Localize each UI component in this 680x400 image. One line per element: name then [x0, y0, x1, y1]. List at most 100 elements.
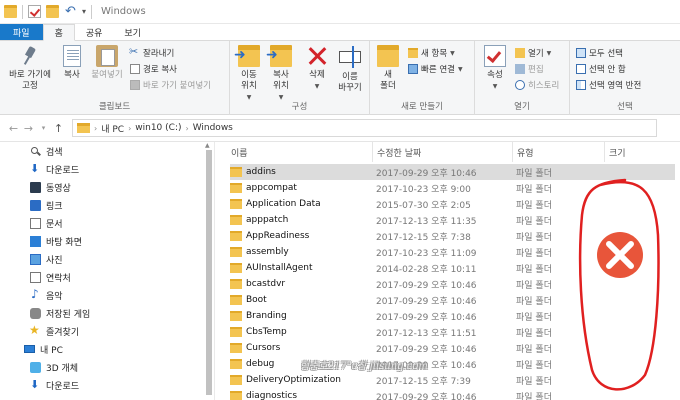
column-date-modified[interactable]: 수정한 날짜	[373, 142, 513, 162]
select-none-button[interactable]: 선택 안 함	[576, 63, 626, 75]
undo-icon[interactable]: ↶	[64, 5, 77, 18]
up-arrow-icon[interactable]: ↑	[51, 122, 66, 135]
paste-button[interactable]: 붙여넣기	[88, 45, 126, 81]
nav-item-label: 링크	[46, 201, 63, 212]
new-item-button[interactable]: 새 항목 ▼	[408, 47, 455, 59]
file-date: 2017-12-13 오후 11:51	[376, 328, 477, 339]
nav-item-contacts[interactable]: 연락처	[30, 268, 71, 286]
nav-item-search[interactable]: 검색	[30, 142, 63, 160]
file-row[interactable]: Application Data 2015-07-30 오후 2:05 파일 폴더	[230, 196, 675, 212]
copy-to-button[interactable]: 복사 위치 ▼	[266, 45, 296, 103]
properties-quick-icon[interactable]	[28, 5, 41, 18]
select-group-label: 선택	[617, 102, 633, 112]
chevron-down-icon[interactable]: ▾	[82, 7, 86, 16]
nav-item-documents[interactable]: 문서	[30, 214, 63, 232]
copy-icon	[63, 45, 81, 67]
open-group-label: 열기	[514, 102, 530, 112]
nav-item-videos[interactable]: 동영상	[30, 178, 71, 196]
file-row[interactable]: appcompat 2017-10-23 오후 9:00 파일 폴더	[230, 180, 675, 196]
nav-item-pc-downloads[interactable]: 다운로드	[30, 376, 79, 394]
delete-button[interactable]: 삭제 ▼	[302, 45, 332, 92]
column-name[interactable]: 이름	[227, 142, 373, 162]
cut-button[interactable]: 잘라내기	[129, 45, 174, 59]
file-name: appcompat	[246, 183, 297, 193]
paste-shortcut-button[interactable]: 바로 가기 붙여넣기	[130, 79, 211, 91]
new-folder-button[interactable]: 새 폴더	[374, 45, 402, 92]
paste-shortcut-icon	[130, 80, 140, 90]
recent-locations-chevron-icon[interactable]: ▾	[36, 124, 51, 132]
file-type: 파일 폴더	[516, 328, 552, 339]
breadcrumb-separator[interactable]: ›	[128, 124, 131, 133]
file-row[interactable]: Branding 2017-09-29 오후 10:46 파일 폴더	[230, 308, 675, 324]
copy-path-button[interactable]: 경로 복사	[130, 63, 177, 75]
back-arrow-icon[interactable]: ←	[6, 122, 21, 135]
nav-item-downloads[interactable]: 다운로드	[30, 160, 79, 178]
nav-item-label: 다운로드	[46, 165, 80, 176]
file-date: 2017-09-29 오후 10:46	[376, 296, 477, 307]
invert-selection-button[interactable]: 선택 영역 반전	[576, 79, 641, 91]
address-box[interactable]: › 내 PC › win10 (C:) › Windows	[72, 119, 657, 137]
forward-arrow-icon[interactable]: →	[21, 122, 36, 135]
nav-item-favorites[interactable]: 즐겨찾기	[29, 322, 79, 340]
move-to-button[interactable]: 이동 위치 ▼	[234, 45, 264, 103]
nav-item-pictures[interactable]: 사진	[30, 250, 63, 268]
breadcrumb-drive[interactable]: win10 (C:)	[135, 123, 181, 133]
properties-icon	[484, 45, 506, 67]
move-to-icon	[234, 45, 260, 67]
rename-button[interactable]: 이름 바꾸기	[334, 45, 366, 94]
file-row[interactable]: debug 2017-09-29 오후 10:46 파일 폴더	[230, 356, 675, 372]
nav-item-label: 문서	[46, 219, 63, 230]
scroll-up-arrow-icon[interactable]: ▲	[205, 142, 210, 149]
file-row[interactable]: DeliveryOptimization 2017-12-15 오후 7:39 파일…	[230, 372, 675, 388]
history-button[interactable]: 히스토리	[515, 79, 559, 91]
column-type[interactable]: 유형	[513, 142, 605, 162]
folder-icon	[4, 5, 17, 18]
properties-button[interactable]: 속성 ▼	[481, 45, 509, 92]
select-all-button[interactable]: 모두 선택	[576, 47, 623, 59]
breadcrumb-separator[interactable]: ›	[185, 124, 188, 133]
file-row[interactable]: addins 2017-09-29 오후 10:46 파일 폴더	[230, 164, 675, 180]
edit-button[interactable]: 편집	[515, 63, 544, 75]
search-icon	[30, 146, 41, 157]
organize-group-label: 구성	[291, 102, 308, 112]
nav-item-my-pc[interactable]: 내 PC	[24, 340, 63, 358]
delete-icon	[306, 45, 328, 67]
copy-button[interactable]: 복사	[58, 45, 86, 81]
column-size[interactable]: 크기	[605, 142, 680, 162]
folder-icon	[230, 247, 242, 257]
tab-home[interactable]: 홈	[42, 24, 75, 41]
file-row[interactable]: AUInstallAgent 2014-02-28 오후 10:11 파일 폴더	[230, 260, 675, 276]
nav-item-links[interactable]: 링크	[30, 196, 63, 214]
file-row[interactable]: Cursors 2017-09-29 오후 10:46 파일 폴더	[230, 340, 675, 356]
file-row[interactable]: assembly 2017-10-23 오후 11:09 파일 폴더	[230, 244, 675, 260]
file-row[interactable]: AppReadiness 2017-12-15 오후 7:38 파일 폴더	[230, 228, 675, 244]
file-name: assembly	[246, 247, 289, 257]
file-row[interactable]: bcastdvr 2017-09-29 오후 10:46 파일 폴더	[230, 276, 675, 292]
easy-access-button[interactable]: 빠른 연결 ▼	[408, 63, 463, 75]
folder-icon	[230, 199, 242, 209]
file-row[interactable]: diagnostics 2017-09-29 오후 10:46 파일 폴더	[230, 388, 675, 400]
nav-item-music[interactable]: 음악	[30, 286, 63, 304]
file-row[interactable]: apppatch 2017-12-13 오후 11:35 파일 폴더	[230, 212, 675, 228]
file-row[interactable]: CbsTemp 2017-12-13 오후 11:51 파일 폴더	[230, 324, 675, 340]
nav-scrollbar[interactable]: ▲	[205, 142, 213, 400]
scrollbar-thumb[interactable]	[206, 150, 212, 395]
nav-item-3d-objects[interactable]: 3D 개체	[30, 358, 78, 376]
pin-quick-access-button[interactable]: 바로 가기에 고정	[4, 45, 56, 92]
folder-icon	[230, 263, 242, 273]
open-button[interactable]: 열기 ▼	[515, 47, 551, 59]
copyto-label-line2: 위치	[273, 81, 289, 91]
file-name: Cursors	[246, 343, 281, 353]
nav-item-desktop[interactable]: 바탕 화면	[30, 232, 82, 250]
nav-item-saved-games[interactable]: 저장된 게임	[30, 304, 90, 322]
tab-file[interactable]: 파일	[0, 24, 43, 40]
move-label-line2: 위치	[241, 81, 257, 91]
rename-icon	[339, 46, 361, 68]
breadcrumb-my-pc[interactable]: 내 PC	[101, 122, 124, 135]
tab-view[interactable]: 보기	[113, 24, 152, 40]
file-row[interactable]: Boot 2017-09-29 오후 10:46 파일 폴더	[230, 292, 675, 308]
rename-label-line1: 이름	[342, 72, 358, 82]
breadcrumb-windows[interactable]: Windows	[193, 123, 233, 133]
tab-share[interactable]: 공유	[75, 24, 114, 40]
new-folder-quick-icon[interactable]	[46, 5, 59, 18]
